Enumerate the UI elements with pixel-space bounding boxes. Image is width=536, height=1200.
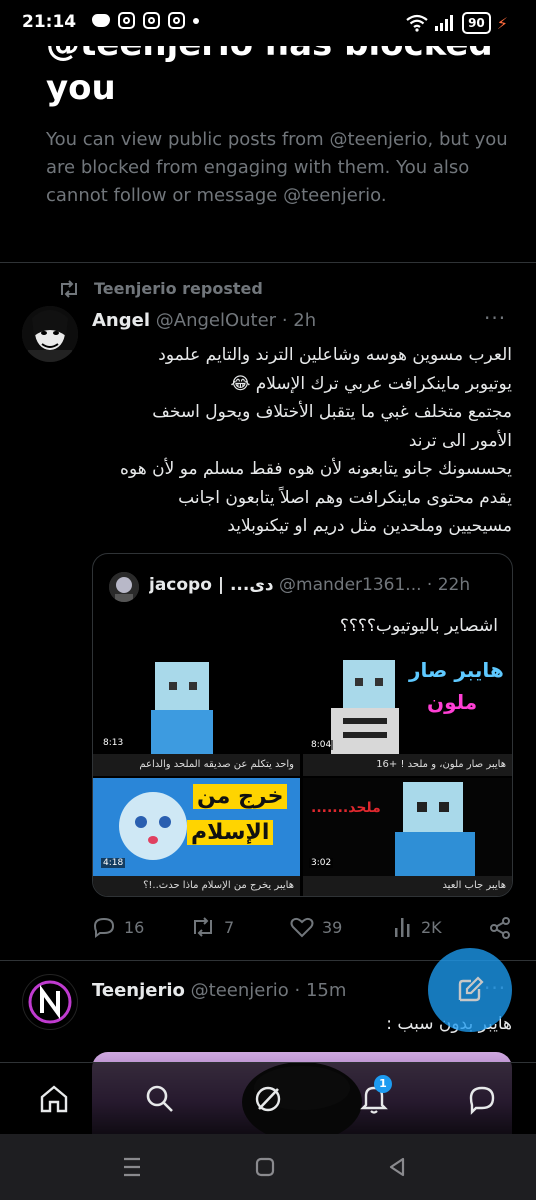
messages-icon[interactable] [466,1083,498,1115]
separator: · [294,980,301,1001]
tweet-line: يوتيوبر ماينكرافت عربي ترك الإسلام 😂 [230,373,513,394]
quote-text: اشصاير باليوتيوب؟؟؟؟ [339,616,498,636]
like-button[interactable]: 39 [290,916,342,938]
author-handle[interactable]: @AngelOuter [156,310,276,331]
share-icon[interactable] [488,916,512,940]
video-thumbnail[interactable]: 8:13 [93,652,300,770]
divider [0,262,536,263]
tweet-line: مسيحيين وملحدين مثل دريم او تيكنوبلايد [227,516,512,536]
repost-indicator[interactable]: Teenjerio reposted [58,279,263,298]
more-notifications-icon [193,17,199,24]
video-title: هايبر يخرج من الإسلام ماذا حدث..!؟ [93,876,300,896]
bottom-navigation: 1 [0,1062,536,1135]
back-icon[interactable] [386,1156,408,1178]
tweet-time[interactable]: 2h [293,310,316,331]
tweet-line: مجتمع متخلف غبي ما يتقبل الأختلاف ويحول … [152,402,512,422]
system-status-icons: 90 ⚡ [406,12,508,34]
video-title: هايبر صار ملون، و ملحد ! +16 [303,754,512,776]
heart-icon [290,917,314,938]
search-icon[interactable] [144,1083,176,1115]
video-thumbnail[interactable]: هايبر صار ملون 8:04 [303,652,512,770]
wifi-icon [406,14,428,32]
repost-icon [61,279,77,298]
avatar-image [28,980,72,1024]
author-handle[interactable]: @teenjerio [191,980,289,1001]
quote-author-handle: @mander1361... [279,575,422,595]
instagram-icon [143,12,160,29]
tweet-line: يحسسونك جانو يتابعونه لأن هوه فقط مسلم م… [120,459,512,479]
video-title: واحد يتكلم عن صديقه الملحد والداعم [93,754,300,776]
video-overlay-text: الإسلام [187,820,274,845]
separator: · [426,575,433,595]
tweet-header: Teenjerio @teenjerio · 15m [92,980,346,1001]
quote-header: jacopo | ...دى @mander1361... · 22h [149,575,499,595]
avatar-image [22,306,78,362]
quote-avatar [109,572,139,602]
video-overlay-text: ملحد....... [311,800,381,816]
compose-button[interactable] [428,948,512,1032]
repost-count: 7 [224,917,235,937]
more-options-icon[interactable]: ··· [484,306,506,330]
reply-button[interactable]: 16 [92,916,144,938]
video-duration: 8:13 [101,738,126,748]
home-button-icon[interactable] [254,1156,276,1178]
views-button[interactable]: 2K [393,916,442,938]
video-overlay-text: هايبر صار [409,658,504,682]
separator: · [281,310,288,331]
tweet-line: العرب مسوين هوسه وشاعلين الترند والتايم … [158,345,512,365]
recent-apps-icon[interactable] [120,1156,144,1178]
repost-label: Teenjerio reposted [94,279,263,298]
video-duration: 3:02 [309,858,334,868]
reply-count: 16 [124,917,145,937]
tweet-line: الأمور الى ترند [408,430,512,451]
status-time: 21:14 [22,12,77,32]
quote-author-name: jacopo | ...دى [149,575,274,595]
video-duration: 8:04 [309,740,334,750]
charging-icon: ⚡ [496,13,508,33]
battery-indicator: 90 [462,12,491,34]
tweet-line: يقدم محتوى ماينكرافت وهم اصلاً يتابعون ا… [178,487,512,508]
notification-icons [92,12,199,29]
tweet-time[interactable]: 15m [306,980,346,1001]
video-thumbnail[interactable]: خرج من الإسلام 4:18 [93,778,300,876]
video-overlay-text: ملون [427,690,478,714]
compose-icon [458,976,484,1002]
views-count: 2K [421,917,442,937]
instagram-icon [118,12,135,29]
views-icon [395,918,410,937]
blocked-message: You can view public posts from @teenjeri… [46,129,508,206]
grok-icon[interactable] [252,1083,284,1115]
tweet-header: Angel @AngelOuter · 2h [92,310,316,331]
discord-icon [92,14,110,27]
like-count: 39 [322,917,343,937]
quoted-tweet[interactable]: jacopo | ...دى @mander1361... · 22h اشصا… [92,553,513,897]
video-overlay-text: خرج من [193,784,288,809]
instagram-icon [168,12,185,29]
notification-badge: 1 [374,1075,392,1093]
avatar[interactable] [22,974,78,1030]
repost-icon [194,917,212,937]
home-icon[interactable] [38,1083,70,1115]
video-thumbnail[interactable]: ملحد....... 3:02 [303,778,512,876]
status-bar: 21:14 90 ⚡ [0,0,536,46]
repost-button[interactable]: 7 [190,916,234,938]
system-navigation-bar [0,1134,536,1200]
video-duration: 4:18 [101,858,126,868]
author-name[interactable]: Teenjerio [92,980,185,1001]
author-name[interactable]: Angel [92,310,150,331]
video-title: هايبر جاب العيد [303,876,512,896]
notifications-tab[interactable]: 1 [358,1075,392,1119]
avatar[interactable] [22,306,78,362]
signal-icon [435,15,454,31]
quote-time: 22h [437,575,471,595]
tweet-text: العرب مسوين هوسه وشاعلين الترند والتايم … [92,341,512,541]
reply-icon [93,917,115,938]
